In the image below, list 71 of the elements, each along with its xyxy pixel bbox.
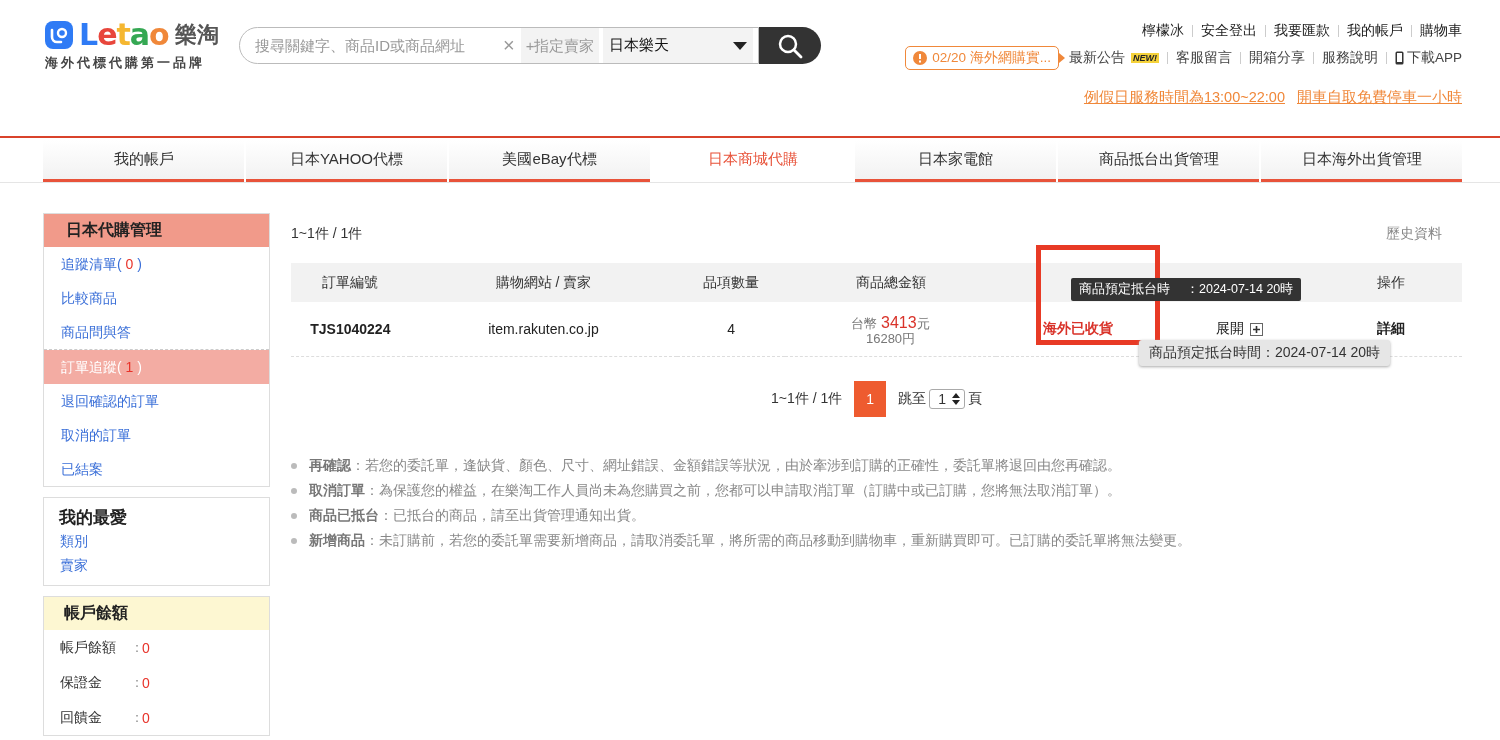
sidebar-item[interactable]: 商品問與答 xyxy=(44,315,269,349)
colon-text: ： xyxy=(130,638,142,657)
sidebar-item[interactable]: 追蹤清單( 0 ) xyxy=(44,247,269,281)
order-number: TJS1040224 xyxy=(291,302,410,357)
price-text: 台幣 3413元 xyxy=(850,313,931,333)
logo-tagline: 海外代標代購第一品牌 xyxy=(45,54,206,72)
plus-icon[interactable] xyxy=(1250,322,1264,336)
info-link[interactable]: 服務說明 xyxy=(1322,49,1378,67)
balance-value: 0 xyxy=(142,674,150,691)
panel-title: 日本代購管理 xyxy=(44,214,269,247)
colon-text: ： xyxy=(130,673,142,692)
info-link[interactable]: 開箱分享 xyxy=(1249,49,1305,67)
caret-icon xyxy=(733,41,748,50)
balance-value: 0 xyxy=(142,709,150,726)
bullet-icon xyxy=(291,462,297,469)
history-link[interactable]: 歷史資料 xyxy=(1386,225,1442,243)
page-summary: 1~1件 / 1件 xyxy=(771,390,843,408)
logo-wordmark: Letao xyxy=(79,20,169,50)
info-link[interactable]: 下載APP xyxy=(1395,49,1462,67)
note-text: 新增商品：未訂購前，若您的委託單需要新增商品，請取消委託單，將所需的商品移動到購物車，重新購買即可。已訂購的委託單將無法變更。 xyxy=(309,531,1191,550)
balance-label: 保證金 xyxy=(60,673,103,692)
logo-icon xyxy=(45,21,73,49)
page-unit: 頁 xyxy=(968,390,982,408)
colon-text: ： xyxy=(130,708,142,727)
tooltip: 商品預定抵台時間：2024-07-14 20時 xyxy=(1139,340,1391,366)
yen-price: 16280円 xyxy=(864,332,917,345)
column-header: 品項數量 xyxy=(677,263,786,302)
column-header: 購物網站 / 賣家 xyxy=(409,263,678,302)
site-text: item.rakuten.co.jp xyxy=(409,302,678,357)
expand-link[interactable]: 展開 xyxy=(1216,320,1245,338)
phone-icon xyxy=(1395,51,1404,65)
balance-value: 0 xyxy=(142,639,150,656)
sidebar-item[interactable]: 取消的訂單 xyxy=(44,418,269,452)
note-text: 再確認：若您的委託單，逢缺貨、顏色、尺寸、網址錯誤、金額錯誤等狀況，由於牽涉到訂購的正確性，委託單將退回由您再確認。 xyxy=(309,456,1121,475)
sidebar-item[interactable]: 已結案 xyxy=(44,452,269,486)
balance-label: 回饋金 xyxy=(60,708,103,727)
alert-icon xyxy=(913,51,928,65)
note-text: 商品已抵台：已抵台的商品，請至出貨管理通知出貨。 xyxy=(309,506,645,525)
pointer-icon xyxy=(1059,53,1065,63)
user-link[interactable]: 我的帳戶 xyxy=(1347,22,1403,40)
spinner-icon xyxy=(952,393,960,405)
new-badge: NEW! xyxy=(1131,53,1159,63)
search-button[interactable] xyxy=(759,27,821,64)
panel-title: 我的最愛 xyxy=(58,507,128,529)
column-header: 訂單編號 xyxy=(291,263,410,302)
bullet-icon xyxy=(291,537,297,544)
tooltip: 商品預定抵台時 ：2024-07-14 20時 xyxy=(1071,278,1302,301)
quantity-text: 4 xyxy=(677,302,786,357)
note-text: 取消訂單：為保護您的權益，在樂淘工作人員尚未為您購買之前，您都可以申請取消訂單（訂購中或已訂購，您將無法取消訂單）。 xyxy=(309,481,1121,500)
favorite-link[interactable]: 類別 xyxy=(44,531,269,555)
info-link[interactable]: 最新公告 NEW! xyxy=(1069,49,1159,67)
info-link[interactable]: 客服留言 xyxy=(1176,49,1232,67)
sidebar-item[interactable]: 比較商品 xyxy=(44,281,269,315)
bullet-icon xyxy=(291,487,297,494)
bullet-icon xyxy=(291,512,297,519)
column-header: 操作 xyxy=(1320,263,1462,302)
result-count: 1~1件 / 1件 xyxy=(291,225,363,243)
jump-label: 跳至 xyxy=(898,390,927,408)
panel-title: 帳戶餘額 xyxy=(44,597,269,630)
user-link[interactable]: 我要匯款 xyxy=(1274,22,1330,40)
user-link[interactable]: 檸檬冰 xyxy=(1142,22,1184,40)
balance-label: 帳戶餘額 xyxy=(60,638,117,657)
user-link[interactable]: 安全登出 xyxy=(1201,22,1257,40)
user-link[interactable]: 購物車 xyxy=(1420,22,1462,40)
favorite-link[interactable]: 賣家 xyxy=(44,555,269,579)
logo-text: 樂淘 xyxy=(174,21,219,49)
site-dropdown[interactable]: 日本樂天 xyxy=(603,28,754,63)
sidebar-item[interactable]: 退回確認的訂單 xyxy=(44,384,269,418)
search-icon xyxy=(777,32,803,59)
column-header: 商品總金額 xyxy=(785,263,996,302)
page-select[interactable]: 1 xyxy=(929,389,965,409)
